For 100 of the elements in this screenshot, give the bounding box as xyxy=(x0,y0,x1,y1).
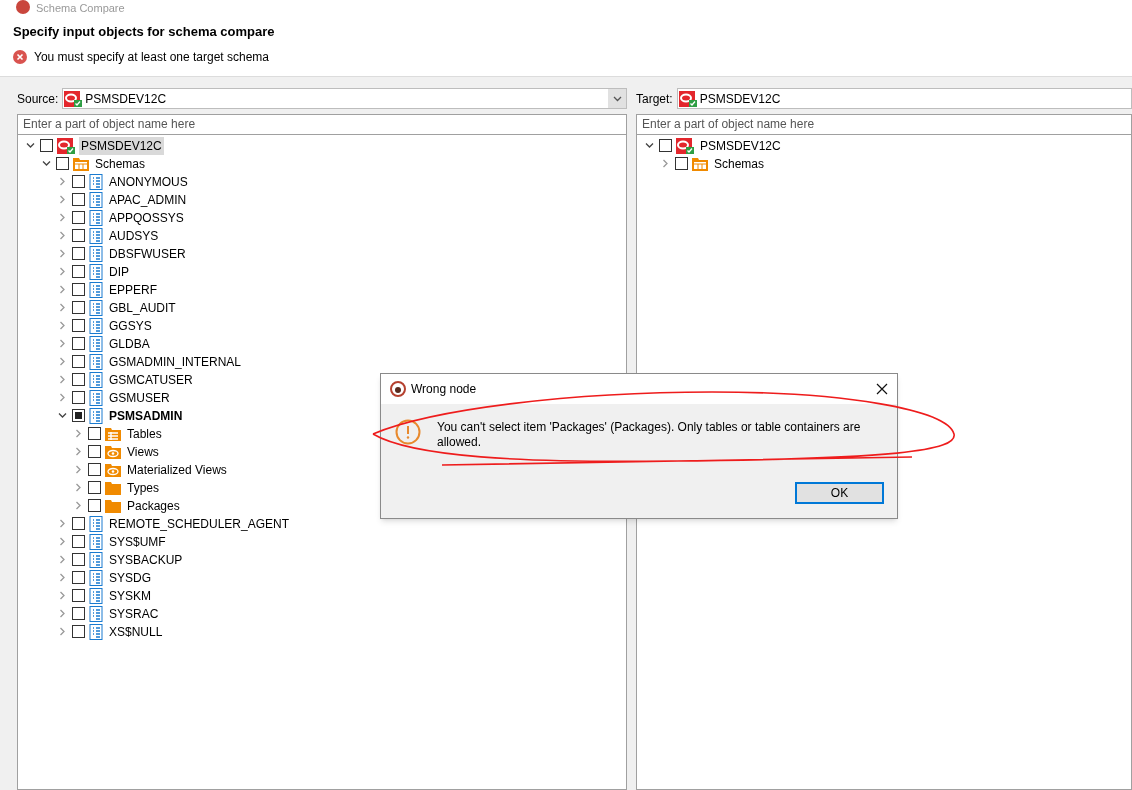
tree-item[interactable]: DIP xyxy=(107,262,131,281)
table-folder-icon xyxy=(105,426,121,441)
tree-item[interactable]: GSMCATUSER xyxy=(107,370,195,389)
checkbox[interactable] xyxy=(659,139,672,152)
database-connection-icon xyxy=(57,137,75,154)
checkbox[interactable] xyxy=(72,265,85,278)
eye-folder-icon xyxy=(105,444,121,459)
target-combo[interactable]: PSMSDEV12C xyxy=(676,88,1132,109)
checkbox[interactable] xyxy=(72,229,85,242)
checkbox[interactable] xyxy=(72,391,85,404)
checkbox[interactable] xyxy=(675,157,688,170)
checkbox[interactable] xyxy=(72,301,85,314)
checkbox[interactable] xyxy=(72,175,85,188)
checkbox[interactable] xyxy=(72,553,85,566)
ok-button[interactable]: OK xyxy=(795,482,884,504)
tree-item[interactable]: GLDBA xyxy=(107,334,152,353)
dialog-title: Wrong node xyxy=(411,381,478,398)
error-message: You must specify at least one target schema xyxy=(34,48,270,66)
tree-item[interactable]: GSMADMIN_INTERNAL xyxy=(107,352,244,371)
checkbox[interactable] xyxy=(88,463,101,476)
combo-value: PSMSDEV12C xyxy=(699,90,782,108)
checkbox[interactable] xyxy=(72,607,85,620)
folder-grid-icon xyxy=(73,156,89,171)
document-list-icon xyxy=(89,587,103,604)
source-combo[interactable]: PSMSDEV12C xyxy=(62,88,627,109)
tree-item[interactable]: SYSRAC xyxy=(107,604,161,623)
filter-field[interactable]: Enter a part of object name here xyxy=(637,114,1131,135)
checkbox[interactable] xyxy=(72,517,85,530)
combo-value: PSMSDEV12C xyxy=(85,90,168,108)
database-connection-icon xyxy=(676,137,694,154)
document-list-icon xyxy=(89,371,103,388)
window-title: Schema Compare xyxy=(36,2,125,14)
tree-item[interactable]: GBL_AUDIT xyxy=(107,298,178,317)
tree-item[interactable]: EPPERF xyxy=(107,280,159,299)
checkbox[interactable] xyxy=(56,157,69,170)
checkbox[interactable] xyxy=(72,337,85,350)
tree-item[interactable]: DBSFWUSER xyxy=(107,244,188,263)
document-list-icon xyxy=(89,299,103,316)
tree-item[interactable]: PSMSDEV12C xyxy=(698,136,783,155)
tree-item[interactable]: Types xyxy=(125,478,161,497)
document-list-icon xyxy=(89,623,103,640)
tree-item[interactable]: GGSYS xyxy=(107,316,154,335)
checkbox[interactable] xyxy=(72,193,85,206)
checkbox[interactable] xyxy=(72,247,85,260)
warning-icon xyxy=(395,419,421,445)
tree-item[interactable]: ANONYMOUS xyxy=(107,172,190,191)
tree-item[interactable]: Packages xyxy=(125,496,182,515)
tree-item[interactable]: SYSBACKUP xyxy=(107,550,185,569)
app-logo-icon xyxy=(16,0,30,14)
tree-item[interactable]: SYSKM xyxy=(107,586,153,605)
tree-item[interactable]: AUDSYS xyxy=(107,226,161,245)
chevron-down-icon xyxy=(612,95,622,102)
checkbox[interactable] xyxy=(72,535,85,548)
tree-item[interactable]: SYS$UMF xyxy=(107,532,168,551)
tree-item[interactable]: XS$NULL xyxy=(107,622,165,641)
tree-item[interactable]: REMOTE_SCHEDULER_AGENT xyxy=(107,514,292,533)
checkbox[interactable] xyxy=(72,625,85,638)
tree-item[interactable]: PSMSDEV12C xyxy=(79,136,164,155)
document-list-icon xyxy=(89,317,103,334)
tree-item[interactable]: APAC_ADMIN xyxy=(107,190,189,209)
tree-item[interactable]: Views xyxy=(125,442,161,461)
checkbox[interactable] xyxy=(72,589,85,602)
database-connection-icon xyxy=(678,90,697,107)
document-list-icon xyxy=(89,533,103,550)
tree-item[interactable]: APPQOSSYS xyxy=(107,208,186,227)
checkbox[interactable] xyxy=(72,211,85,224)
dropdown-button[interactable] xyxy=(608,89,626,108)
folder-grid-icon xyxy=(692,156,708,171)
checkbox[interactable] xyxy=(72,571,85,584)
checkbox[interactable] xyxy=(88,481,101,494)
document-list-icon xyxy=(89,389,103,406)
tree-item[interactable]: Schemas xyxy=(93,154,148,173)
checkbox[interactable] xyxy=(72,409,85,422)
checkbox[interactable] xyxy=(72,319,85,332)
pane-label: Source: xyxy=(17,90,59,108)
tree-item[interactable]: Tables xyxy=(125,424,164,443)
tree-item[interactable]: PSMSADMIN xyxy=(107,406,185,425)
database-connection-icon xyxy=(64,90,83,107)
document-list-icon xyxy=(89,353,103,370)
eye-folder-icon xyxy=(105,462,121,477)
document-list-icon xyxy=(89,245,103,262)
document-list-icon xyxy=(89,281,103,298)
document-list-icon xyxy=(89,209,103,226)
tree-item[interactable]: GSMUSER xyxy=(107,388,172,407)
tree-item[interactable]: Materialized Views xyxy=(125,460,229,479)
document-list-icon xyxy=(89,569,103,586)
checkbox[interactable] xyxy=(72,355,85,368)
document-list-icon xyxy=(89,191,103,208)
tree-item[interactable]: Schemas xyxy=(712,154,767,173)
folder-icon xyxy=(105,498,121,513)
checkbox[interactable] xyxy=(88,499,101,512)
checkbox[interactable] xyxy=(88,427,101,440)
tree-item[interactable]: SYSDG xyxy=(107,568,153,587)
checkbox[interactable] xyxy=(40,139,53,152)
checkbox[interactable] xyxy=(72,283,85,296)
checkbox[interactable] xyxy=(88,445,101,458)
checkbox[interactable] xyxy=(72,373,85,386)
error-icon xyxy=(13,49,27,64)
filter-field[interactable]: Enter a part of object name here xyxy=(18,114,626,135)
document-list-icon xyxy=(89,335,103,352)
